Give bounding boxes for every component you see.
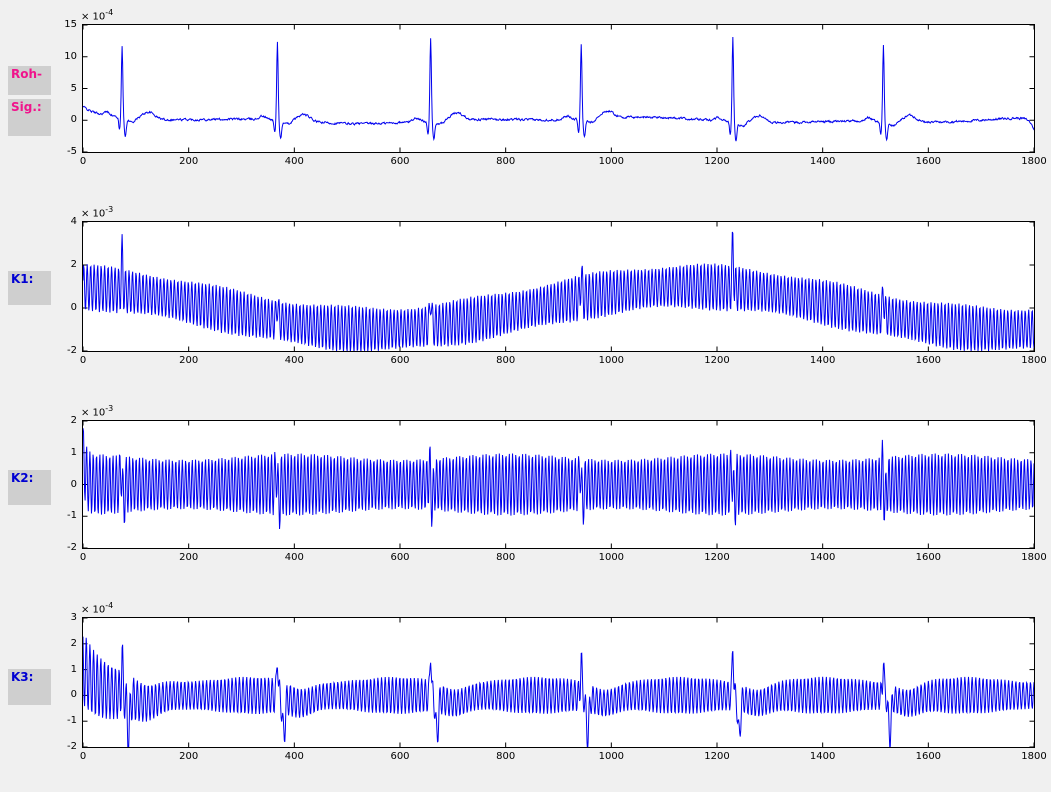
y-tick-label: 1 — [41, 447, 77, 458]
x-tick-label: 1600 — [908, 751, 948, 762]
y-tick-label: 0 — [41, 479, 77, 490]
x-tick-label: 1800 — [1014, 552, 1051, 563]
x-tick-label: 400 — [274, 751, 314, 762]
x-tick-label: 1200 — [697, 552, 737, 563]
x-tick-label: 400 — [274, 355, 314, 366]
label-k2-text: K2: — [11, 471, 33, 485]
x-tick-label: 1200 — [697, 751, 737, 762]
x-tick-label: 1800 — [1014, 751, 1051, 762]
plot-svg-k2 — [83, 421, 1034, 548]
label-k3-text: K3: — [11, 670, 33, 684]
y-tick-label: 3 — [41, 612, 77, 623]
axis-exponent-label: × 10-3 — [81, 404, 113, 418]
figure-canvas: { "labels": { "roh": {"text": "Roh-", "c… — [0, 0, 1051, 792]
x-tick-label: 1000 — [591, 156, 631, 167]
plot-k3 — [82, 617, 1035, 748]
y-tick-label: 2 — [41, 638, 77, 649]
x-tick-label: 800 — [486, 156, 526, 167]
x-tick-label: 1400 — [803, 751, 843, 762]
y-tick-label: -1 — [41, 510, 77, 521]
axis-exponent-label: × 10-3 — [81, 205, 113, 219]
tick-marks — [83, 25, 1034, 152]
x-tick-label: 1800 — [1014, 355, 1051, 366]
x-tick-label: 200 — [169, 751, 209, 762]
x-tick-label: 1600 — [908, 552, 948, 563]
y-tick-label: 0 — [41, 689, 77, 700]
x-tick-label: 200 — [169, 355, 209, 366]
x-tick-label: 1000 — [591, 355, 631, 366]
x-tick-label: 1600 — [908, 355, 948, 366]
plot-k2 — [82, 420, 1035, 549]
y-tick-label: 5 — [41, 83, 77, 94]
label-roh-text: Roh- — [11, 67, 42, 81]
x-tick-label: 1600 — [908, 156, 948, 167]
plot-svg-k3 — [83, 618, 1034, 747]
y-tick-label: 2 — [41, 259, 77, 270]
plot-svg-k1 — [83, 222, 1034, 351]
x-tick-label: 400 — [274, 552, 314, 563]
axis-exponent-label: × 10-4 — [81, 601, 113, 615]
x-tick-label: 1000 — [591, 751, 631, 762]
signal-line-k2 — [83, 428, 1034, 529]
y-tick-label: 4 — [41, 216, 77, 227]
x-tick-label: 0 — [63, 751, 103, 762]
x-tick-label: 800 — [486, 552, 526, 563]
x-tick-label: 1400 — [803, 355, 843, 366]
x-tick-label: 1400 — [803, 156, 843, 167]
x-tick-label: 600 — [380, 156, 420, 167]
x-tick-label: 1400 — [803, 552, 843, 563]
x-tick-label: 0 — [63, 156, 103, 167]
x-tick-label: 800 — [486, 355, 526, 366]
y-tick-label: 15 — [41, 19, 77, 30]
signal-line-roh-sig — [83, 37, 1034, 141]
y-tick-label: 1 — [41, 664, 77, 675]
y-tick-label: 2 — [41, 415, 77, 426]
x-tick-label: 200 — [169, 552, 209, 563]
x-tick-label: 1800 — [1014, 156, 1051, 167]
x-tick-label: 1200 — [697, 355, 737, 366]
x-tick-label: 1200 — [697, 156, 737, 167]
plot-k1 — [82, 221, 1035, 352]
label-k1-text: K1: — [11, 272, 33, 286]
x-tick-label: 600 — [380, 355, 420, 366]
x-tick-label: 400 — [274, 156, 314, 167]
x-tick-label: 800 — [486, 751, 526, 762]
plot-svg-roh-sig — [83, 25, 1034, 152]
y-tick-label: 10 — [41, 51, 77, 62]
x-tick-label: 600 — [380, 552, 420, 563]
y-tick-label: 0 — [41, 114, 77, 125]
x-tick-label: 200 — [169, 156, 209, 167]
label-k1: K1: — [8, 271, 51, 305]
x-tick-label: 0 — [63, 355, 103, 366]
x-tick-label: 1000 — [591, 552, 631, 563]
y-tick-label: -1 — [41, 715, 77, 726]
x-tick-label: 0 — [63, 552, 103, 563]
y-tick-label: 0 — [41, 302, 77, 313]
x-tick-label: 600 — [380, 751, 420, 762]
signal-line-k3 — [83, 637, 1034, 747]
signal-line-k1 — [83, 232, 1034, 351]
plot-roh-sig — [82, 24, 1035, 153]
axis-exponent-label: × 10-4 — [81, 8, 113, 22]
label-sig-text: Sig.: — [11, 100, 42, 114]
